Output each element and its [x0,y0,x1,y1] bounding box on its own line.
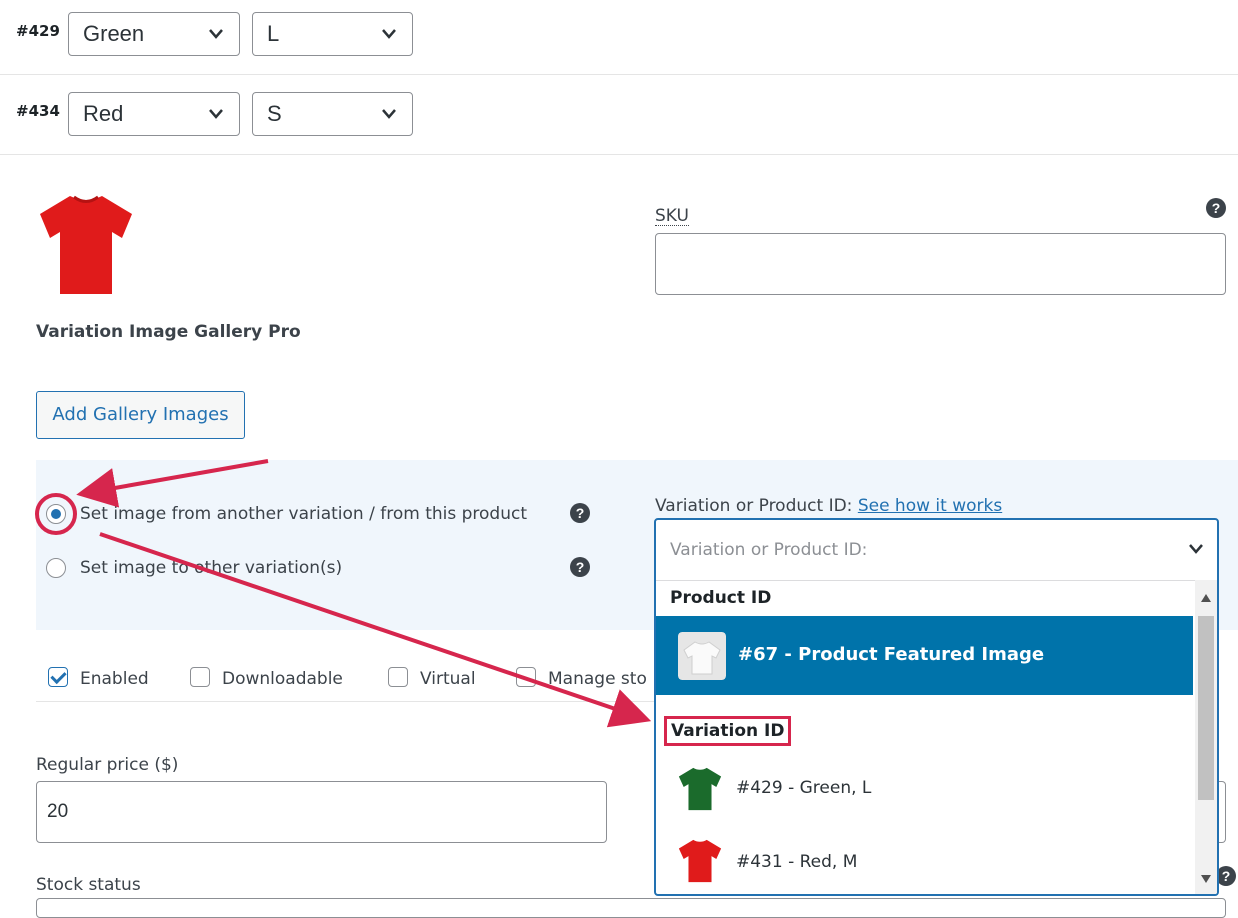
dropdown-search-field[interactable]: Variation or Product ID: [656,520,1217,581]
dropdown-placeholder: Variation or Product ID: [670,540,868,560]
regular-price-label: Regular price ($) [36,755,179,775]
enabled-label: Enabled [80,669,149,689]
downloadable-checkbox[interactable] [190,667,210,687]
virtual-checkbox[interactable] [388,667,408,687]
help-icon[interactable]: ? [570,557,590,577]
regular-price-input[interactable]: 20 [36,781,607,843]
chevron-down-icon [207,93,225,135]
chevron-down-icon [380,13,398,55]
add-gallery-images-button[interactable]: Add Gallery Images [36,391,245,439]
scrollbar-thumb[interactable] [1198,616,1214,800]
variation-429-size-select[interactable]: L [252,12,413,56]
manage-stock-checkbox[interactable] [516,667,536,687]
chevron-down-icon [1187,534,1205,569]
option-product-featured-image[interactable]: #67 - Product Featured Image [656,616,1193,695]
variation-434-size-select[interactable]: S [252,92,413,136]
option-variation-429[interactable]: #429 - Green, L [656,758,1193,820]
green-tshirt-thumbnail-icon [678,767,722,811]
radio-set-image-from-another[interactable] [46,504,66,524]
select-value: S [267,101,282,126]
variation-or-product-label: Variation or Product ID: See how it work… [655,496,1002,516]
variation-id-429: #429 [16,22,60,40]
variation-id-434: #434 [16,102,60,120]
lookup-label-text: Variation or Product ID: [655,496,853,516]
stock-status-select[interactable] [36,898,1226,918]
radio-label-set-image-from-another: Set image from another variation / from … [80,504,528,524]
variation-429-color-select[interactable]: Green [68,12,240,56]
sku-label: SKU [655,206,689,226]
scroll-up-icon[interactable] [1201,586,1211,607]
help-icon[interactable]: ? [1216,866,1236,886]
option-label: #429 - Green, L [736,778,872,798]
row-divider [0,74,1238,75]
white-tshirt-thumbnail-icon [678,632,726,680]
scroll-down-icon[interactable] [1201,867,1211,888]
see-how-it-works-link[interactable]: See how it works [858,496,1002,516]
row-divider [0,154,1238,155]
red-tshirt-thumbnail-icon [678,839,722,883]
select-value: Red [83,101,124,126]
option-label: #431 - Red, M [736,852,858,872]
gallery-title: Variation Image Gallery Pro [36,322,301,342]
enabled-checkbox[interactable] [48,667,68,687]
help-icon[interactable]: ? [570,503,590,523]
option-variation-431[interactable]: #431 - Red, M [656,832,1193,894]
chevron-down-icon [207,13,225,55]
manage-stock-label: Manage sto [548,669,647,689]
group-product-id: Product ID [670,588,772,608]
downloadable-label: Downloadable [222,669,343,689]
radio-label-set-image-to-other: Set image to other variation(s) [80,558,343,578]
sku-input[interactable] [655,233,1226,295]
variation-product-id-dropdown[interactable]: Variation or Product ID: Product ID #67 … [654,518,1219,896]
variation-image-tshirt-icon[interactable] [36,192,136,296]
select-value: Green [83,21,145,46]
group-variation-id: Variation ID [664,716,792,746]
variation-434-color-select[interactable]: Red [68,92,240,136]
chevron-down-icon [380,93,398,135]
stock-status-label: Stock status [36,875,141,895]
option-label: #67 - Product Featured Image [738,644,1045,665]
virtual-label: Virtual [420,669,476,689]
help-icon[interactable]: ? [1206,198,1226,218]
row-divider [36,701,656,702]
radio-set-image-to-other[interactable] [46,558,66,578]
dropdown-scrollbar[interactable] [1195,580,1217,894]
select-value: L [267,21,280,46]
